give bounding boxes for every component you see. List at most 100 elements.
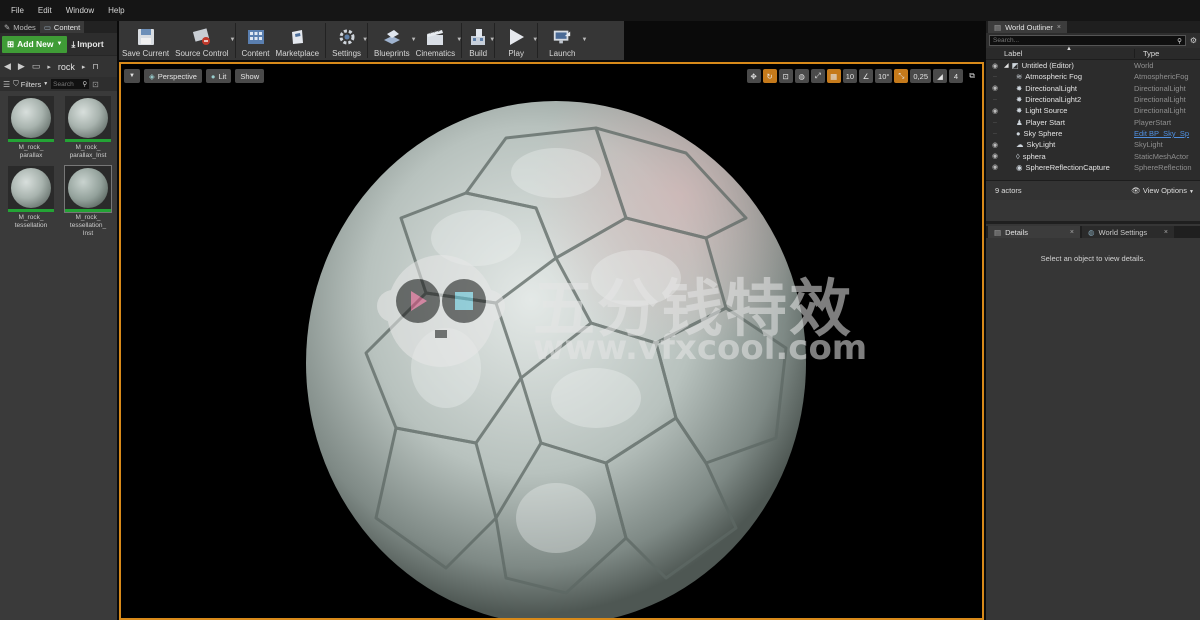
content-search-input[interactable]: Search ⚲ xyxy=(51,79,90,89)
outliner-search-input[interactable]: Search... ⚲ xyxy=(989,35,1186,46)
type-column-header[interactable]: Type xyxy=(1134,49,1200,58)
translate-icon[interactable]: ✥ xyxy=(746,69,761,83)
search-icon: ⚲ xyxy=(1177,37,1182,45)
play-button[interactable]: Play ▼ xyxy=(498,21,538,60)
camera-speed-icon[interactable]: ◢ xyxy=(933,69,947,83)
settings-button[interactable]: Settings ▼ xyxy=(329,21,368,60)
asset-name-line: Inst xyxy=(82,230,94,237)
view-options-button[interactable]: 👁 View Options ▼ xyxy=(1131,186,1194,195)
outliner-row[interactable]: ◉ ✸ DirectionalLight DirectionalLight xyxy=(986,83,1200,94)
show-button[interactable]: Show xyxy=(235,69,265,83)
expand-triangle-icon[interactable]: ◢ xyxy=(1004,62,1009,69)
chevron-down-icon[interactable]: ▼ xyxy=(230,37,236,43)
eye-icon[interactable]: ◉ xyxy=(986,62,1004,70)
lock-icon[interactable]: ⊓ xyxy=(92,62,98,71)
eye-icon[interactable]: ◉ xyxy=(986,141,1004,149)
world-local-icon[interactable]: ◍ xyxy=(794,69,809,83)
outliner-row[interactable]: – ✸ DirectionalLight2 DirectionalLight xyxy=(986,94,1200,105)
import-button[interactable]: ⤓ Import xyxy=(71,39,103,50)
blueprints-button[interactable]: Blueprints ▼ xyxy=(371,21,417,60)
forward-arrow-icon[interactable]: ▶ xyxy=(18,61,25,72)
eye-hidden-icon[interactable]: – xyxy=(986,130,1004,137)
menu-file[interactable]: File xyxy=(4,6,31,15)
back-arrow-icon[interactable]: ◀ xyxy=(4,61,11,72)
chevron-down-icon[interactable]: ▼ xyxy=(489,37,495,43)
outliner-row[interactable]: – ≋ Atmospheric Fog AtmosphericFog xyxy=(986,71,1200,82)
asset-tile[interactable]: M_rock_ parallax_Inst xyxy=(63,96,113,160)
tab-details[interactable]: ▤ Details × xyxy=(988,226,1080,238)
rotation-snap-value[interactable]: 10° xyxy=(875,69,893,83)
close-icon[interactable]: × xyxy=(1164,229,1168,236)
maximize-viewport-icon[interactable]: ⧉ xyxy=(965,69,979,83)
outliner-row[interactable]: ◉ ☁ SkyLight SkyLight xyxy=(986,139,1200,150)
surface-snap-icon[interactable]: ⤢ xyxy=(810,69,825,83)
rotation-snap-icon[interactable]: ∠ xyxy=(859,69,874,83)
outliner-row[interactable]: ◉ ◊ sphera StaticMeshActor xyxy=(986,150,1200,161)
tab-modes[interactable]: ✎ Modes xyxy=(0,21,40,33)
chevron-down-icon[interactable]: ▼ xyxy=(362,37,368,43)
eye-hidden-icon[interactable]: – xyxy=(986,96,1004,103)
path-segment-rock[interactable]: rock xyxy=(58,62,75,72)
outliner-row[interactable]: ◉ ✸ Light Source DirectionalLight xyxy=(986,105,1200,116)
outliner-row-label: Player Start xyxy=(1025,117,1065,127)
details-tab-bar: ▤ Details × ◍ World Settings × xyxy=(986,226,1200,238)
eye-icon[interactable]: ◉ xyxy=(986,107,1004,115)
cinematics-button[interactable]: Cinematics ▼ xyxy=(413,21,462,60)
asset-tile[interactable]: M_rock_ parallax xyxy=(6,96,56,160)
scale-snap-value[interactable]: 0,25 xyxy=(910,69,931,83)
tab-world-outliner[interactable]: ▤ World Outliner × xyxy=(988,21,1067,33)
close-icon[interactable]: × xyxy=(1057,24,1061,31)
marketplace-button[interactable]: Marketplace xyxy=(273,21,323,60)
tab-content[interactable]: ▭ Content xyxy=(39,21,85,33)
edit-blueprint-link[interactable]: Edit BP_Sky_Sp xyxy=(1134,129,1200,138)
sky-sphere-icon: ● xyxy=(1016,128,1021,138)
build-button[interactable]: Build ▼ xyxy=(465,21,495,60)
tab-modes-label: Modes xyxy=(13,23,36,32)
tab-world-settings[interactable]: ◍ World Settings × xyxy=(1082,226,1174,238)
eye-icon[interactable]: ◉ xyxy=(986,84,1004,92)
filters-button[interactable]: ⛉ Filters ▼ xyxy=(13,79,48,89)
scale-snap-icon[interactable]: ⤡ xyxy=(894,69,909,83)
eye-hidden-icon[interactable]: – xyxy=(986,73,1004,80)
marketplace-label: Marketplace xyxy=(275,49,320,58)
eye-hidden-icon[interactable]: – xyxy=(986,119,1004,126)
folder-icon[interactable]: ▭ xyxy=(32,61,41,72)
eye-icon[interactable]: ◉ xyxy=(986,152,1004,160)
add-new-button[interactable]: ⊞ Add New ▼ xyxy=(2,35,68,53)
source-control-button[interactable]: Source Control ▼ xyxy=(172,21,236,60)
grid-snap-icon[interactable]: ▦ xyxy=(826,69,841,83)
level-viewport[interactable]: ▼ ◈ Perspective ● Lit Show ✥ ↻ ⊡ ◍ ⤢ ▦ 1… xyxy=(119,62,984,620)
save-search-icon[interactable]: ⊡ xyxy=(92,80,99,89)
outliner-row[interactable]: ◉ ◢ ◩ Untitled (Editor) World xyxy=(986,60,1200,71)
chevron-down-icon[interactable]: ▼ xyxy=(532,37,538,43)
asset-tile[interactable]: M_rock_ tessellation_ Inst xyxy=(63,165,113,238)
menu-edit[interactable]: Edit xyxy=(31,6,59,15)
sources-toggle-icon[interactable]: ☰ xyxy=(3,80,10,89)
outliner-row-label: Atmospheric Fog xyxy=(1025,72,1082,82)
asset-tile[interactable]: M_rock_ tessellation xyxy=(6,166,56,238)
content-button[interactable]: Content xyxy=(239,21,273,60)
perspective-button[interactable]: ◈ Perspective xyxy=(143,69,202,83)
outliner-settings-icon[interactable]: ⚙ xyxy=(1190,36,1197,45)
menu-window[interactable]: Window xyxy=(59,6,101,15)
path-chevron-icon[interactable]: ▸ xyxy=(82,63,86,71)
launch-button[interactable]: Launch ▼ xyxy=(541,21,587,60)
main-toolbar: Save Current Source Control ▼ Content Ma… xyxy=(119,21,624,60)
rotate-icon[interactable]: ↻ xyxy=(762,69,777,83)
eye-icon[interactable]: ◉ xyxy=(986,163,1004,171)
save-current-button[interactable]: Save Current xyxy=(119,21,172,60)
chevron-down-icon[interactable]: ▼ xyxy=(456,37,462,43)
outliner-row[interactable]: – ♟ Player Start PlayerStart xyxy=(986,116,1200,127)
path-chevron-icon[interactable]: ▸ xyxy=(47,63,51,71)
menu-help[interactable]: Help xyxy=(101,6,131,15)
label-column-header[interactable]: Label ▲ xyxy=(986,46,1134,58)
scale-icon[interactable]: ⊡ xyxy=(778,69,793,83)
grid-snap-value[interactable]: 10 xyxy=(842,69,858,83)
camera-speed-value[interactable]: 4 xyxy=(949,69,963,83)
outliner-row[interactable]: ◉ ◉ SphereReflectionCapture SphereReflectio… xyxy=(986,162,1200,173)
chevron-down-icon[interactable]: ▼ xyxy=(581,37,587,43)
outliner-row[interactable]: – ● Sky Sphere Edit BP_Sky_Sp xyxy=(986,128,1200,139)
lit-button[interactable]: ● Lit xyxy=(205,69,232,83)
close-icon[interactable]: × xyxy=(1070,229,1074,236)
viewport-options-button[interactable]: ▼ xyxy=(124,69,140,83)
